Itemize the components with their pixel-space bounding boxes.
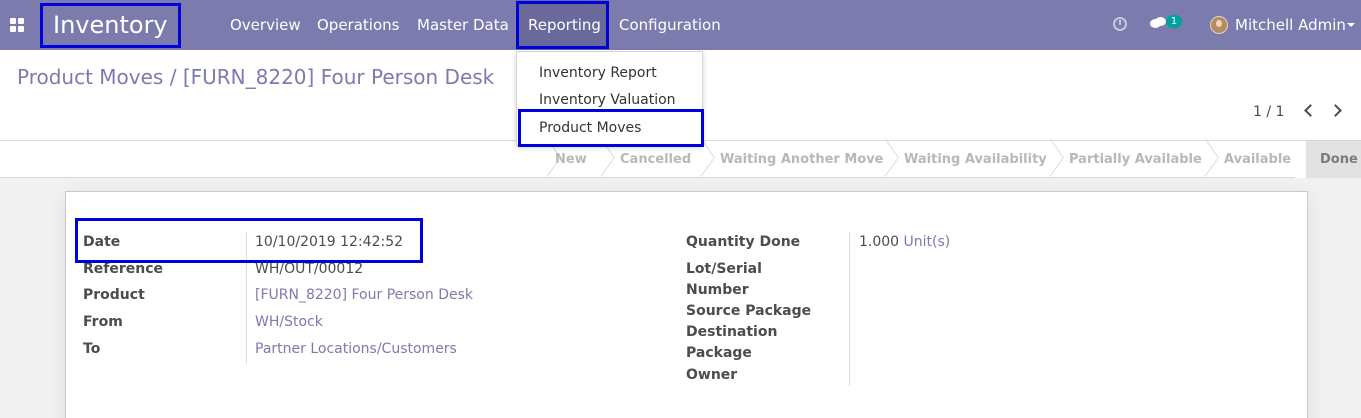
lot-serial-label: Lot/Serial Number xyxy=(686,261,762,298)
app-title[interactable]: Inventory xyxy=(40,3,181,48)
to-label: To xyxy=(83,341,101,357)
stage-waiting-another-move: Waiting Another Move xyxy=(720,152,884,167)
reporting-highlight-box xyxy=(516,1,609,49)
stage-divider xyxy=(1196,141,1216,178)
breadcrumb-separator: / xyxy=(169,65,177,89)
breadcrumb-parent[interactable]: Product Moves xyxy=(17,65,163,89)
menu-item-inventory-report[interactable]: Inventory Report xyxy=(539,65,657,81)
from-label: From xyxy=(83,314,123,330)
menu-configuration[interactable]: Configuration xyxy=(619,0,721,50)
unit-link[interactable]: Unit(s) xyxy=(904,234,951,250)
menu-operations[interactable]: Operations xyxy=(317,0,399,50)
quantity-number: 1.000 xyxy=(859,234,900,250)
menu-overview[interactable]: Overview xyxy=(230,0,301,50)
stage-divider xyxy=(876,141,896,178)
breadcrumb-current: [FURN_8220] Four Person Desk xyxy=(182,65,495,89)
pager-value[interactable]: 1 / 1 xyxy=(1253,104,1284,120)
chat-icon[interactable] xyxy=(1150,17,1166,30)
owner-label: Owner xyxy=(686,367,738,383)
stage-waiting-availability: Waiting Availability xyxy=(904,152,1047,167)
clock-icon[interactable] xyxy=(1113,17,1127,31)
product-link[interactable]: [FURN_8220] Four Person Desk xyxy=(255,285,473,306)
chat-count-badge: 1 xyxy=(1166,15,1182,28)
reporting-dropdown: Inventory Report Inventory Valuation Pro… xyxy=(516,51,704,147)
avatar[interactable] xyxy=(1210,16,1228,34)
stage-partially-available: Partially Available xyxy=(1069,152,1202,167)
quantity-done-value: 1.000 Unit(s) xyxy=(859,232,950,253)
menu-item-inventory-valuation[interactable]: Inventory Valuation xyxy=(539,92,676,108)
date-highlight-box xyxy=(75,218,423,263)
chevron-down-icon[interactable] xyxy=(1347,23,1355,27)
quantity-done-label: Quantity Done xyxy=(686,234,801,250)
chevron-right-icon[interactable] xyxy=(1329,104,1342,117)
breadcrumb: Product Moves / [FURN_8220] Four Person … xyxy=(17,64,494,90)
chevron-left-icon[interactable] xyxy=(1304,104,1317,117)
user-menu[interactable]: Mitchell Admin xyxy=(1235,0,1346,50)
destination-package-label: Destination Package xyxy=(686,324,778,361)
product-moves-highlight-box xyxy=(518,109,704,147)
from-location-link[interactable]: WH/Stock xyxy=(255,312,323,333)
label-divider xyxy=(849,232,850,386)
source-package-label: Source Package xyxy=(686,303,812,319)
stage-available: Available xyxy=(1224,152,1292,167)
stage-divider xyxy=(1041,141,1061,178)
to-location-link[interactable]: Partner Locations/Customers xyxy=(255,339,457,360)
menu-master-data[interactable]: Master Data xyxy=(417,0,509,50)
top-navbar: Inventory Overview Operations Master Dat… xyxy=(0,0,1361,50)
product-label: Product xyxy=(83,287,145,303)
stage-done: Done xyxy=(1320,152,1358,167)
apps-grid-icon[interactable] xyxy=(10,18,24,32)
